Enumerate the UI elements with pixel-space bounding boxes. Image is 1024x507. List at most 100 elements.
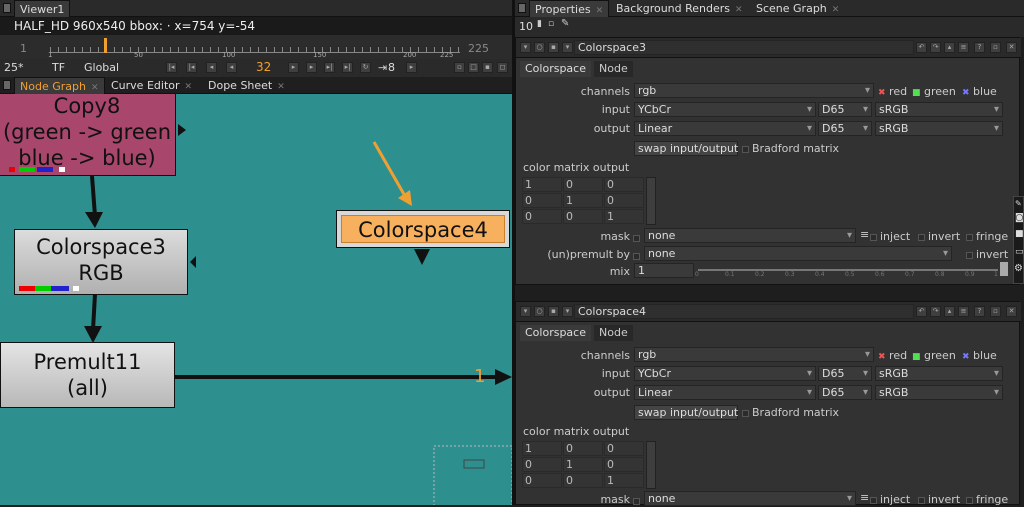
matrix-cell[interactable]: 0: [563, 473, 603, 488]
tab-node-graph[interactable]: Node Graph ✕: [14, 77, 105, 94]
input-colorspace-dropdown[interactable]: YCbCr: [634, 366, 816, 381]
bradford-checkbox[interactable]: Bradford matrix: [742, 406, 839, 419]
close-icon[interactable]: ✕: [91, 83, 99, 93]
matrix-cell[interactable]: 0: [604, 177, 644, 192]
invert-checkbox[interactable]: invert: [918, 230, 960, 243]
fringe-checkbox[interactable]: fringe: [966, 230, 1008, 243]
matrix-cell[interactable]: 0: [522, 209, 562, 224]
node-color-icon[interactable]: ○: [534, 42, 545, 53]
matrix-cell[interactable]: 0: [604, 441, 644, 456]
matrix-cell[interactable]: 0: [522, 193, 562, 208]
preset-icon[interactable]: ≡: [958, 306, 969, 317]
node-copy8[interactable]: Copy8 (green -> green blue -> blue): [0, 94, 176, 176]
preset-icon[interactable]: ≡: [958, 42, 969, 53]
input-illuminant-dropdown[interactable]: D65: [818, 102, 872, 117]
display-icon[interactable]: ▭: [1015, 247, 1024, 257]
skip-arrow-icon[interactable]: ⇥: [378, 61, 387, 74]
max-panels-field[interactable]: 10: [519, 20, 533, 33]
tab-properties[interactable]: Properties ✕: [529, 0, 610, 17]
node-premult11[interactable]: Premult11 (all): [0, 342, 175, 408]
fullscreen-icon[interactable]: □: [468, 62, 479, 73]
undo-icon[interactable]: ↶: [916, 42, 927, 53]
tab-viewer1[interactable]: Viewer1: [14, 0, 71, 17]
node-name-field[interactable]: Colorspace4: [574, 304, 914, 319]
subtab-node[interactable]: Node: [594, 325, 633, 341]
close-icon[interactable]: ✕: [1006, 306, 1017, 317]
tab-scene-graph[interactable]: Scene Graph ✕: [751, 0, 844, 17]
loop-icon[interactable]: ↻: [360, 62, 371, 73]
channels-dropdown[interactable]: rgb: [634, 347, 874, 362]
center-icon[interactable]: ▪: [548, 306, 559, 317]
input-icon[interactable]: ▾: [562, 306, 573, 317]
camera-icon[interactable]: ◙: [1015, 213, 1024, 223]
swap-input-output-button[interactable]: swap input/output: [634, 141, 738, 156]
redo-icon[interactable]: ↷: [930, 306, 941, 317]
next-key-icon[interactable]: ▸|: [324, 62, 335, 73]
inject-checkbox[interactable]: inject: [870, 493, 910, 506]
mask-checkbox[interactable]: [633, 231, 643, 244]
input-primaries-dropdown[interactable]: sRGB: [875, 102, 1003, 117]
undo-icon[interactable]: ↶: [916, 306, 927, 317]
subtab-node[interactable]: Node: [594, 61, 633, 77]
node-name-field[interactable]: Colorspace3: [574, 40, 914, 55]
matrix-scrollbar[interactable]: [646, 441, 656, 489]
revert-icon[interactable]: ▴: [944, 306, 955, 317]
redo-icon[interactable]: ↷: [930, 42, 941, 53]
input-colorspace-dropdown[interactable]: YCbCr: [634, 102, 816, 117]
node-color-icon[interactable]: ○: [534, 306, 545, 317]
matrix-cell[interactable]: 0: [563, 209, 603, 224]
float-icon[interactable]: ▫: [548, 19, 554, 29]
zoom-dropdown[interactable]: 25*: [4, 61, 24, 74]
help-icon[interactable]: ?: [974, 42, 985, 53]
close-icon[interactable]: ✕: [832, 5, 840, 15]
playhead-marker[interactable]: [104, 38, 107, 53]
revert-icon[interactable]: ▴: [944, 42, 955, 53]
mask-menu-icon[interactable]: ≡: [860, 491, 869, 504]
panel-handle[interactable]: [518, 3, 526, 13]
prev-key-icon[interactable]: |◂: [186, 62, 197, 73]
mask-checkbox[interactable]: [633, 494, 643, 507]
panel-handle[interactable]: [3, 3, 11, 13]
tab-curve-editor[interactable]: Curve Editor ✕: [106, 77, 197, 94]
input-illuminant-dropdown[interactable]: D65: [818, 366, 872, 381]
edit-icon[interactable]: ✎: [561, 18, 569, 29]
matrix-cell[interactable]: 0: [563, 441, 603, 456]
matrix-cell[interactable]: 1: [604, 473, 644, 488]
unpremult-checkbox[interactable]: [633, 249, 643, 262]
input-primaries-dropdown[interactable]: sRGB: [875, 366, 1003, 381]
float-panel-icon[interactable]: ▫: [990, 306, 1001, 317]
viewer-settings-icon[interactable]: ▫: [454, 62, 465, 73]
channel-green-toggle[interactable]: ■ green: [912, 85, 956, 98]
output-colorspace-dropdown[interactable]: Linear: [634, 121, 816, 136]
close-icon[interactable]: ✕: [1006, 42, 1017, 53]
skip-forward-icon[interactable]: ▸: [406, 62, 417, 73]
output-primaries-dropdown[interactable]: sRGB: [875, 385, 1003, 400]
close-icon[interactable]: ✕: [277, 82, 285, 92]
channel-red-toggle[interactable]: ✖ red: [878, 349, 907, 362]
subtab-colorspace[interactable]: Colorspace: [520, 325, 591, 341]
swap-input-output-button[interactable]: swap input/output: [634, 405, 738, 420]
output-illuminant-dropdown[interactable]: D65: [818, 385, 872, 400]
step-increment[interactable]: 8: [388, 61, 395, 74]
panel-handle[interactable]: [3, 80, 11, 90]
bradford-checkbox[interactable]: Bradford matrix: [742, 142, 839, 155]
mask-dropdown[interactable]: none: [644, 491, 856, 506]
matrix-cell[interactable]: 0: [604, 457, 644, 472]
matrix-cell[interactable]: 0: [563, 177, 603, 192]
collapse-icon[interactable]: ▾: [520, 306, 531, 317]
matrix-cell[interactable]: 1: [522, 177, 562, 192]
mask-dropdown[interactable]: none: [644, 228, 856, 243]
play-back-icon[interactable]: ◂: [226, 62, 237, 73]
mask-menu-icon[interactable]: ≡: [860, 228, 869, 241]
step-forward-icon[interactable]: ▸: [306, 62, 317, 73]
channel-green-toggle[interactable]: ■ green: [912, 349, 956, 362]
close-icon[interactable]: ✕: [735, 5, 743, 15]
output-colorspace-dropdown[interactable]: Linear: [634, 385, 816, 400]
channel-red-toggle[interactable]: ✖ red: [878, 85, 907, 98]
channel-blue-toggle[interactable]: ✖ blue: [962, 349, 997, 362]
node-colorspace4[interactable]: Colorspace4: [336, 210, 510, 248]
output-primaries-dropdown[interactable]: sRGB: [875, 121, 1003, 136]
node-graph-canvas[interactable]: Copy8 (green -> green blue -> blue) Colo…: [0, 94, 512, 505]
invert-checkbox[interactable]: invert: [918, 493, 960, 506]
mix-input[interactable]: 1: [634, 263, 694, 278]
